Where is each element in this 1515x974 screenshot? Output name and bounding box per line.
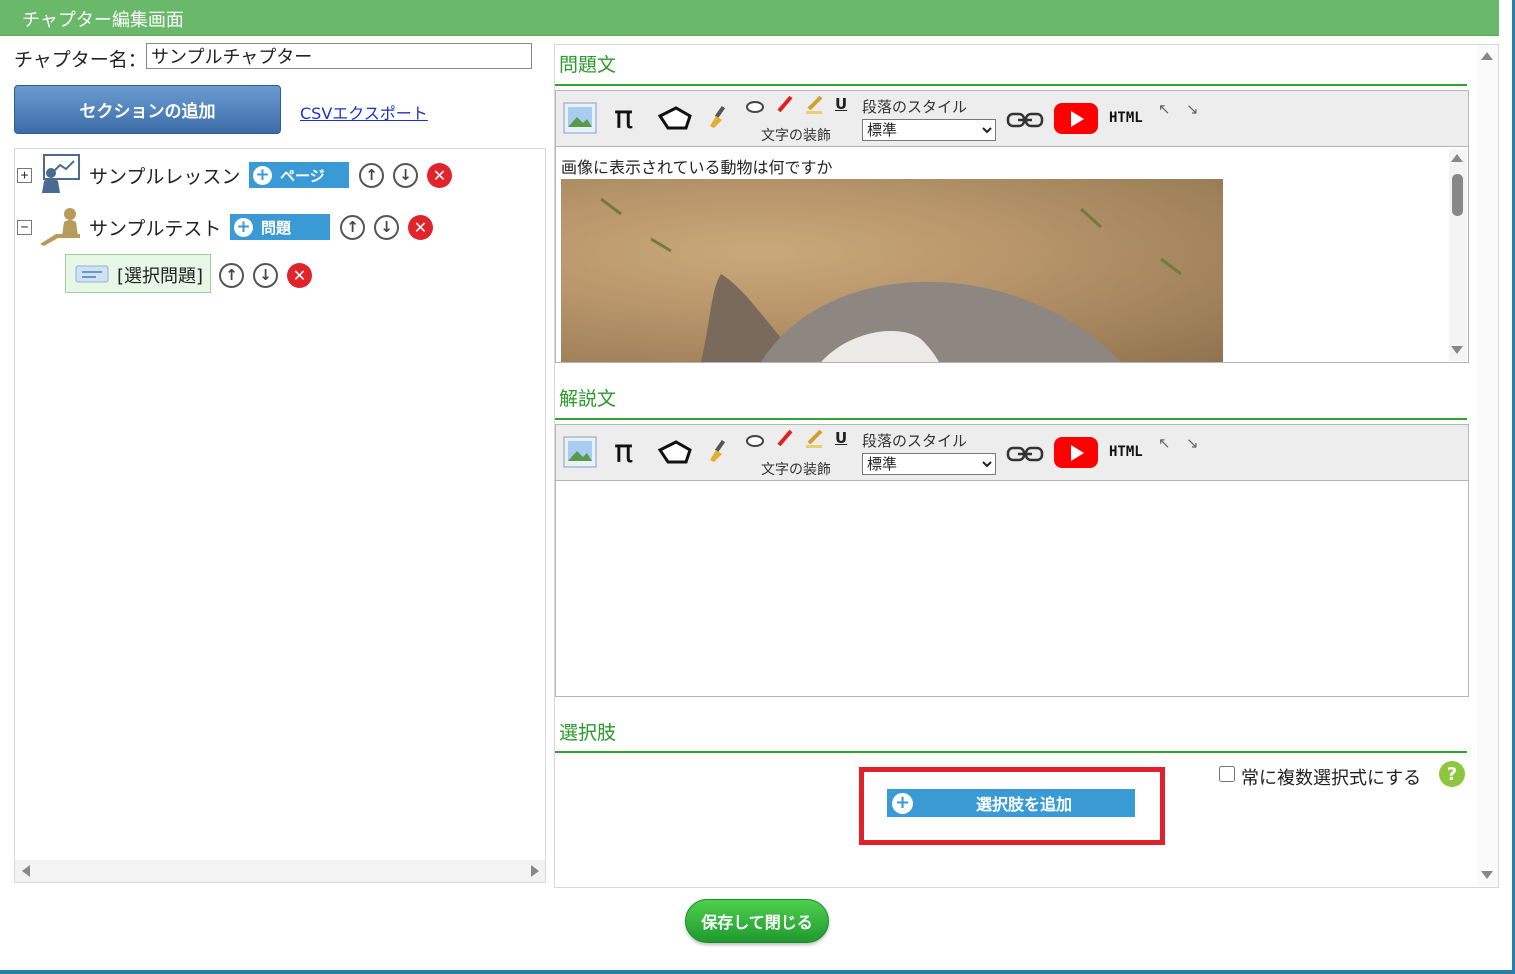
plus-icon: + (234, 217, 253, 237)
question-label[interactable]: [選択問題] (117, 262, 203, 288)
divider (555, 751, 1467, 753)
highlight-icon[interactable] (803, 94, 825, 116)
question-card-icon (75, 265, 109, 283)
csv-export-link[interactable]: CSVエクスポート (300, 100, 428, 124)
test-label[interactable]: サンプルテスト (89, 214, 221, 241)
minimize-icon[interactable]: ↘ (1186, 434, 1199, 452)
scroll-right-icon[interactable] (531, 865, 539, 877)
highlight-icon[interactable] (803, 428, 825, 450)
eraser-shape-icon[interactable] (656, 104, 694, 132)
divider (555, 418, 1467, 420)
lesson-delete-icon[interactable]: ✕ (427, 163, 452, 188)
formula-pi-icon[interactable]: π (614, 98, 633, 136)
lesson-teacher-icon (42, 154, 80, 193)
youtube-icon[interactable] (1054, 103, 1098, 134)
question-text-title: 問題文 (559, 54, 617, 76)
add-section-button[interactable]: セクションの追加 (14, 85, 281, 134)
divider (555, 84, 1467, 86)
explanation-editor[interactable] (555, 480, 1469, 697)
animal-photo-drawing (600, 197, 1182, 362)
choices-title: 選択肢 (559, 722, 617, 744)
text-decoration-label: 文字の装飾 (761, 128, 831, 144)
add-choice-button[interactable]: + 選択肢を追加 (887, 789, 1135, 817)
paragraph-style-select[interactable]: 標準 (862, 453, 996, 475)
tree-horizontal-scrollbar[interactable] (15, 860, 545, 882)
format-brush-icon[interactable] (706, 104, 730, 128)
eraser-shape-icon[interactable] (656, 438, 694, 466)
scroll-up-icon[interactable] (1481, 52, 1493, 60)
add-page-label: ページ (280, 166, 325, 185)
minimize-icon[interactable]: ↘ (1186, 100, 1199, 118)
underline-icon[interactable]: U (835, 95, 847, 113)
editor-scroll-up-icon[interactable] (1451, 154, 1463, 162)
test-student-icon (40, 208, 80, 246)
explanation-title: 解説文 (559, 388, 617, 410)
formula-pi-icon[interactable]: π (614, 432, 633, 470)
clear-format-icon[interactable] (745, 95, 765, 115)
format-brush-icon[interactable] (706, 438, 730, 462)
link-icon[interactable] (1006, 444, 1044, 464)
window-bottom-edge (0, 970, 1515, 974)
plus-icon: + (253, 165, 272, 185)
editor-scroll-down-icon[interactable] (1451, 346, 1463, 354)
multi-select-label[interactable]: 常に複数選択式にする (1241, 764, 1421, 790)
header-bar (0, 0, 1499, 36)
add-choice-label: 選択肢を追加 (975, 795, 1072, 814)
test-move-down-icon[interactable]: ↓ (374, 215, 399, 240)
test-collapse-icon[interactable]: − (17, 220, 32, 235)
youtube-icon[interactable] (1054, 437, 1098, 468)
html-source-icon[interactable]: HTML (1109, 444, 1143, 460)
question-move-up-icon[interactable]: ↑ (219, 263, 244, 288)
chapter-name-input[interactable] (146, 43, 532, 69)
question-delete-icon[interactable]: ✕ (287, 263, 312, 288)
paragraph-style-label: 段落のスタイル (862, 98, 968, 116)
link-icon[interactable] (1006, 110, 1044, 130)
save-close-button[interactable]: 保存して閉じる (685, 899, 829, 943)
text-color-icon[interactable] (773, 94, 795, 116)
lesson-expand-icon[interactable]: + (17, 168, 32, 183)
test-delete-icon[interactable]: ✕ (408, 215, 433, 240)
multi-select-checkbox[interactable] (1219, 766, 1235, 782)
add-page-button[interactable]: + ページ (249, 162, 349, 188)
lesson-move-up-icon[interactable]: ↑ (359, 163, 384, 188)
editor-panel-scrollbar[interactable] (1477, 45, 1498, 887)
scroll-left-icon[interactable] (22, 865, 30, 877)
question-text-content[interactable]: 画像に表示されている動物は何ですか (561, 154, 833, 178)
paragraph-style-label: 段落のスタイル (862, 432, 968, 450)
paragraph-style-select[interactable]: 標準 (862, 119, 996, 141)
lesson-label[interactable]: サンプルレッスン (89, 162, 240, 189)
text-decoration-label: 文字の装飾 (761, 462, 831, 478)
maximize-icon[interactable]: ↖ (1158, 434, 1171, 452)
page-title: チャプター編集画面 (22, 10, 184, 31)
html-source-icon[interactable]: HTML (1109, 110, 1143, 126)
add-question-button[interactable]: + 問題 (230, 214, 330, 240)
question-move-down-icon[interactable]: ↓ (253, 263, 278, 288)
scroll-down-icon[interactable] (1481, 871, 1493, 879)
plus-icon: + (892, 792, 913, 814)
editor-scroll-thumb[interactable] (1452, 174, 1463, 216)
insert-image-icon[interactable] (563, 436, 597, 468)
add-question-label: 問題 (261, 218, 292, 237)
text-color-icon[interactable] (773, 428, 795, 450)
animal-photo (561, 179, 1223, 362)
test-move-up-icon[interactable]: ↑ (340, 215, 365, 240)
clear-format-icon[interactable] (745, 429, 765, 449)
help-icon[interactable]: ? (1439, 761, 1465, 787)
insert-image-icon[interactable] (563, 102, 597, 134)
maximize-icon[interactable]: ↖ (1158, 100, 1171, 118)
chapter-name-label: チャプター名： (14, 49, 147, 71)
lesson-move-down-icon[interactable]: ↓ (393, 163, 418, 188)
underline-icon[interactable]: U (835, 429, 847, 447)
